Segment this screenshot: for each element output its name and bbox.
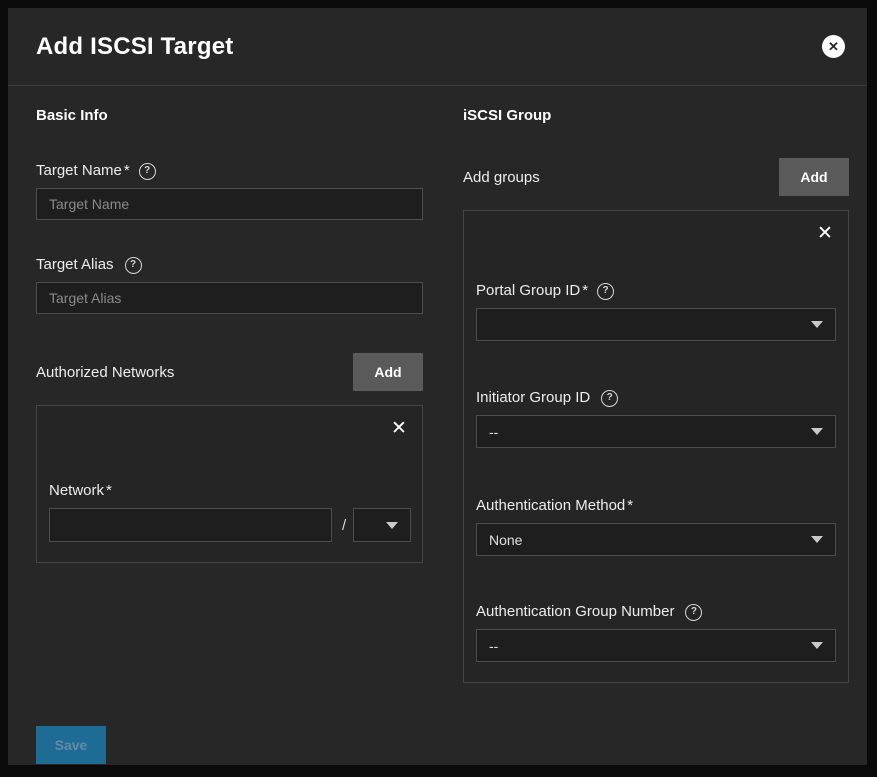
help-icon[interactable]: ?	[125, 257, 142, 274]
add-network-button[interactable]: Add	[353, 353, 423, 391]
add-groups-label: Add groups	[463, 169, 540, 186]
iscsi-group-heading: iSCSI Group	[463, 108, 849, 124]
network-card: ✕ Network* /	[36, 405, 423, 563]
dialog-footer: Save	[36, 726, 849, 764]
caret-down-icon	[811, 321, 823, 328]
target-name-input[interactable]	[36, 188, 423, 220]
authorized-networks-label: Authorized Networks	[36, 364, 174, 381]
iscsi-group-card: ✕ Portal Group ID* ? Initiator Group ID	[463, 210, 849, 683]
remove-group-icon[interactable]: ✕	[814, 223, 836, 245]
iscsi-group-section: iSCSI Group Add groups Add ✕ Portal Grou…	[463, 108, 849, 683]
form-columns: Basic Info Target Name* ? Target Alias ?…	[36, 108, 849, 683]
initiator-group-id-label: Initiator Group ID ?	[476, 389, 836, 407]
network-label: Network*	[49, 482, 410, 500]
target-name-label: Target Name* ?	[36, 162, 423, 180]
help-icon[interactable]: ?	[601, 390, 618, 407]
dialog-body: Basic Info Target Name* ? Target Alias ?…	[8, 86, 867, 765]
cidr-separator: /	[342, 517, 346, 534]
network-input-row: /	[49, 508, 410, 542]
target-alias-label: Target Alias ?	[36, 256, 423, 274]
caret-down-icon	[811, 536, 823, 543]
help-icon[interactable]: ?	[139, 163, 156, 180]
required-marker: *	[124, 162, 130, 180]
add-group-button[interactable]: Add	[779, 158, 849, 196]
initiator-group-id-select[interactable]: --	[476, 415, 836, 448]
basic-info-heading: Basic Info	[36, 108, 423, 124]
dialog-header: Add ISCSI Target ✕	[8, 8, 867, 86]
caret-down-icon	[811, 642, 823, 649]
add-iscsi-target-dialog: Add ISCSI Target ✕ Basic Info Target Nam…	[8, 8, 867, 765]
authentication-group-number-label: Authentication Group Number ?	[476, 603, 836, 621]
portal-group-id-label: Portal Group ID* ?	[476, 282, 836, 300]
help-icon[interactable]: ?	[685, 604, 702, 621]
add-groups-row: Add groups Add	[463, 158, 849, 196]
network-address-input[interactable]	[49, 508, 332, 542]
help-icon[interactable]: ?	[597, 283, 614, 300]
network-prefix-select[interactable]	[353, 508, 411, 542]
remove-network-icon[interactable]: ✕	[388, 418, 410, 440]
dialog-title: Add ISCSI Target	[36, 33, 233, 61]
save-button[interactable]: Save	[36, 726, 106, 764]
target-alias-input[interactable]	[36, 282, 423, 314]
required-marker: *	[627, 497, 633, 515]
authentication-group-number-select[interactable]: --	[476, 629, 836, 662]
caret-down-icon	[386, 522, 398, 529]
caret-down-icon	[811, 428, 823, 435]
close-icon[interactable]: ✕	[822, 35, 845, 58]
authentication-method-label: Authentication Method*	[476, 497, 836, 515]
authentication-method-select[interactable]: None	[476, 523, 836, 556]
required-marker: *	[582, 282, 588, 300]
portal-group-id-select[interactable]	[476, 308, 836, 341]
required-marker: *	[106, 482, 112, 500]
authorized-networks-row: Authorized Networks Add	[36, 353, 423, 391]
basic-info-section: Basic Info Target Name* ? Target Alias ?…	[36, 108, 423, 683]
